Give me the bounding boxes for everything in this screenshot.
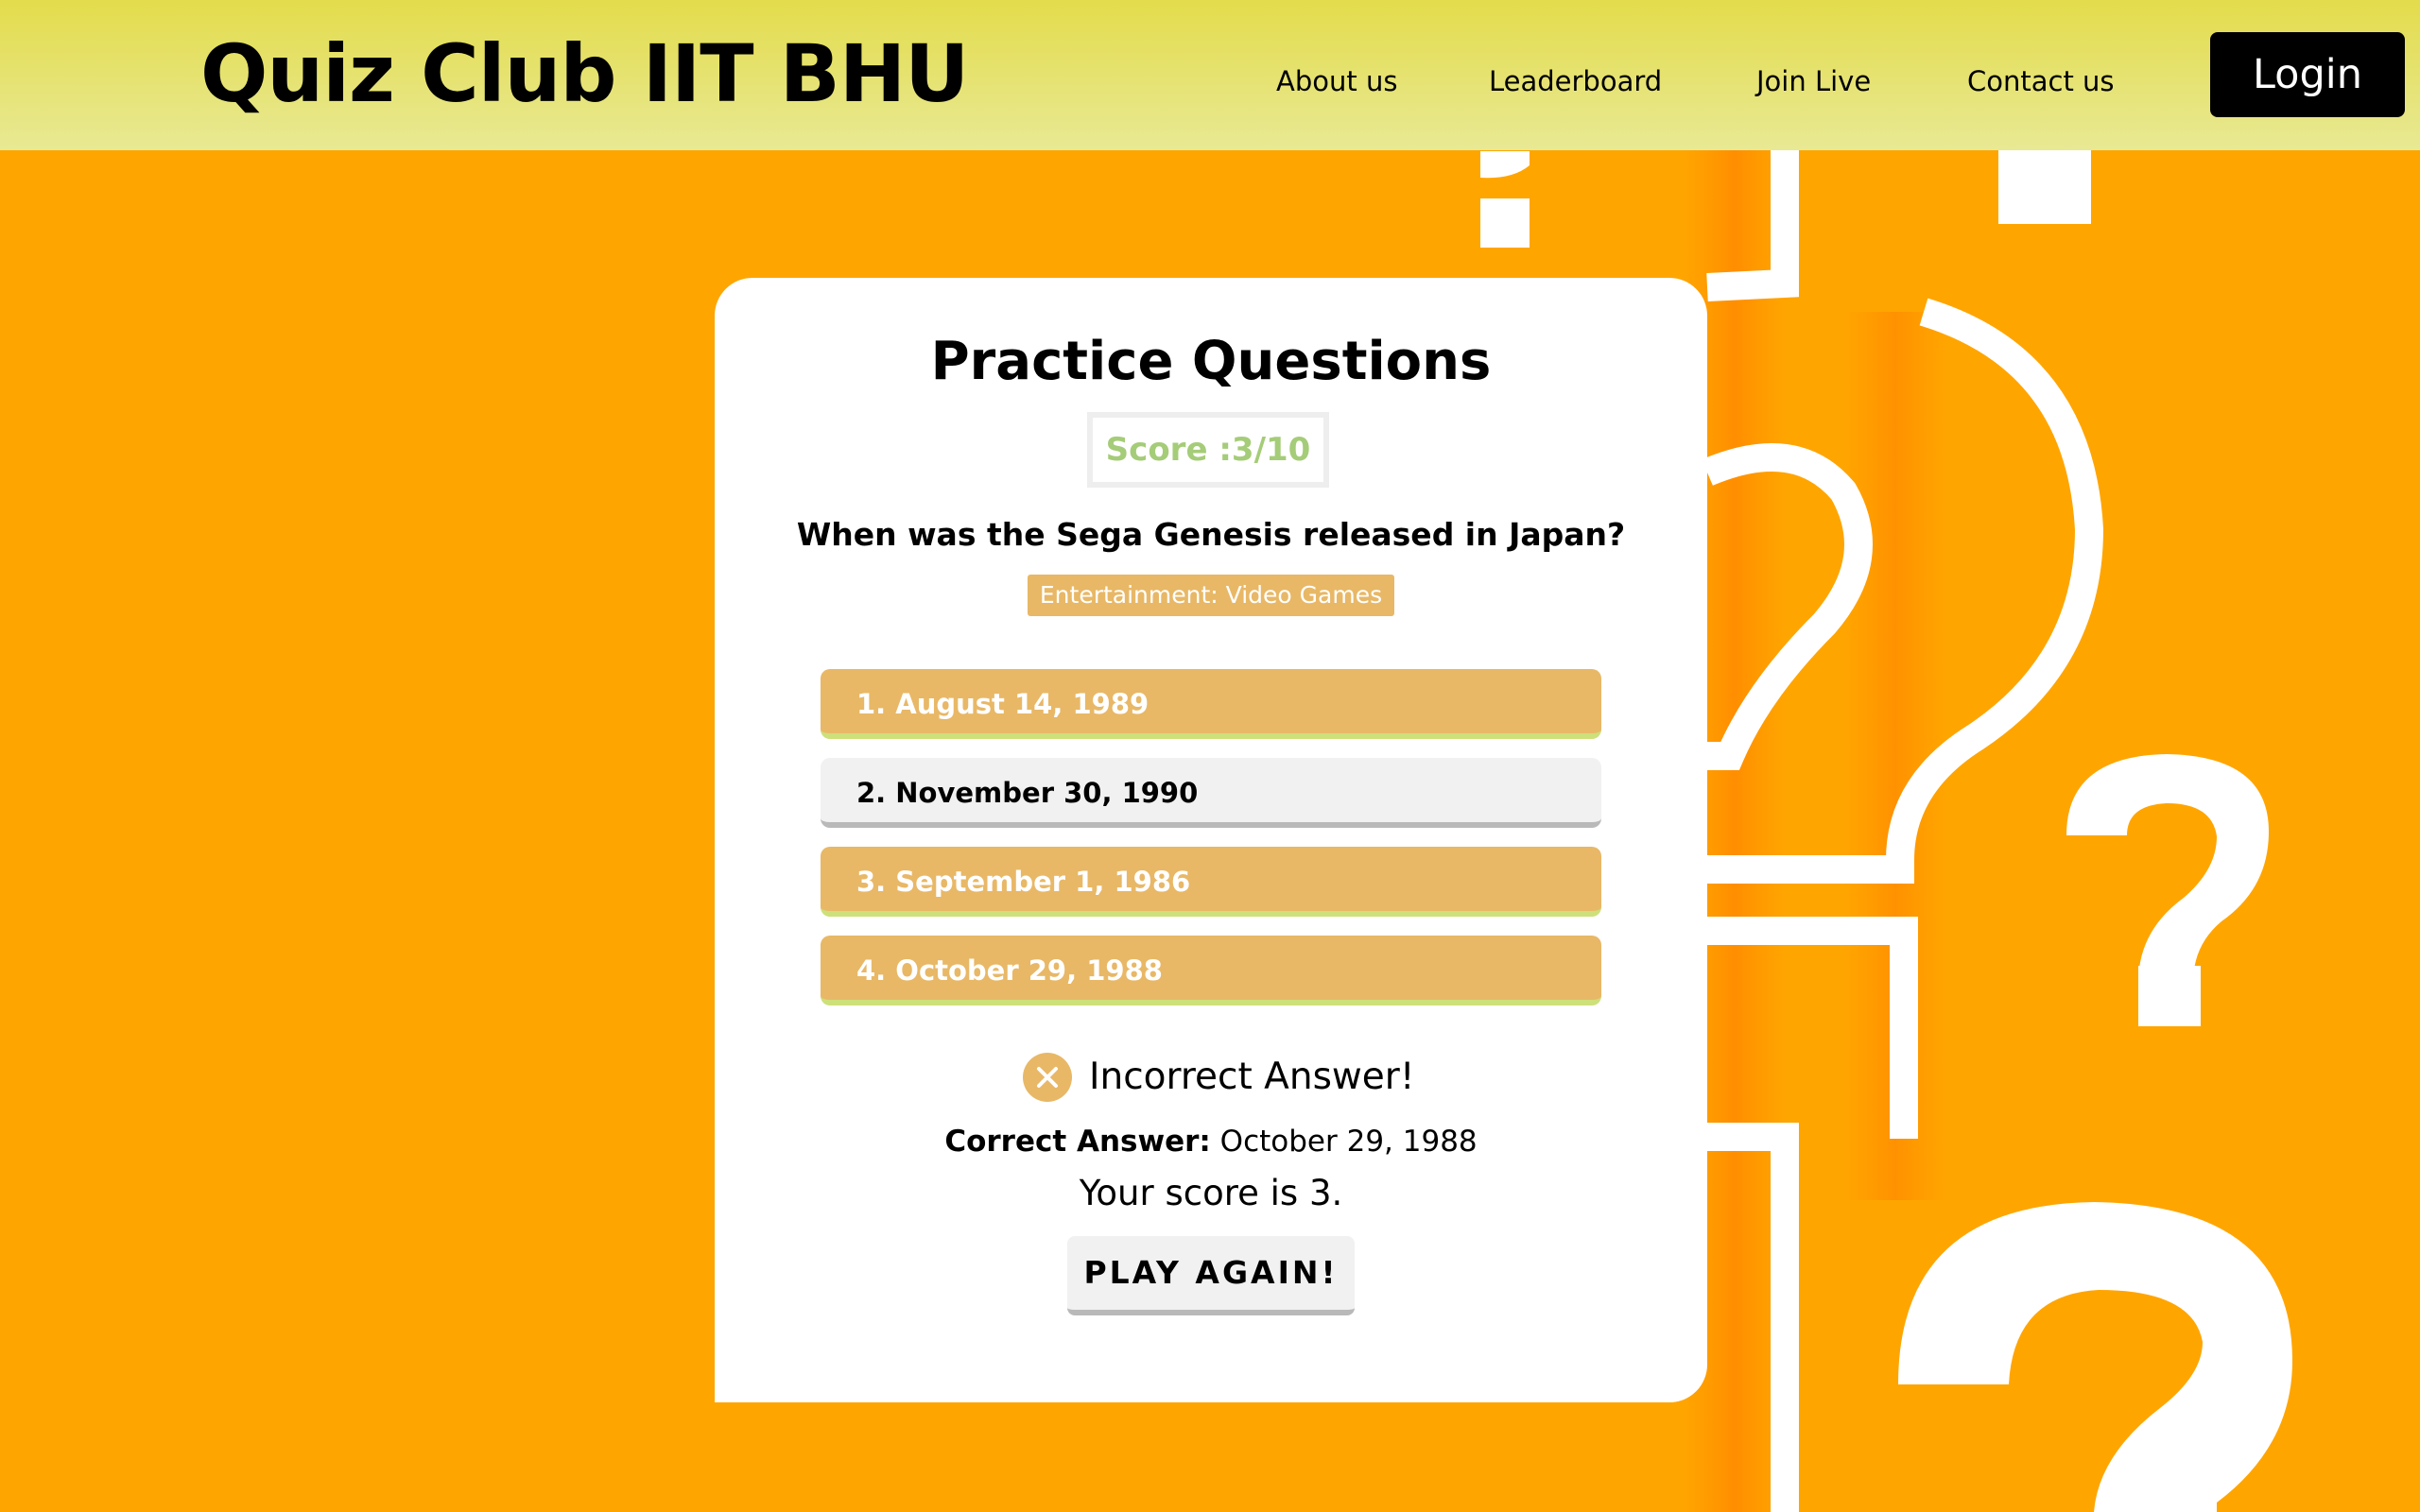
question-text: When was the Sega Genesis released in Ja… <box>796 516 1626 553</box>
nav-leaderboard[interactable]: Leaderboard <box>1489 62 1662 100</box>
question-mark-solid-medium-dot <box>2138 966 2201 1026</box>
result-text: Incorrect Answer! <box>1089 1056 1415 1098</box>
close-circle-icon <box>1023 1053 1072 1102</box>
final-score-text: Your score is 3. <box>1079 1173 1343 1213</box>
question-mark-dot-top-right <box>1998 150 2091 224</box>
correct-answer-value: October 29, 1988 <box>1210 1125 1478 1159</box>
answer-option-1[interactable]: 1. August 14, 1989 <box>821 669 1601 739</box>
result-message: Incorrect Answer! <box>1023 1051 1414 1104</box>
nav-about-us[interactable]: About us <box>1276 62 1397 100</box>
question-mark-solid-medium <box>2066 754 2269 983</box>
question-mark-curl-top-left <box>1480 151 1530 179</box>
top-navbar: Quiz Club IIT BHU About us Leaderboard J… <box>0 0 2420 150</box>
category-tag: Entertainment: Video Games <box>1028 575 1394 616</box>
nav-join-live[interactable]: Join Live <box>1756 62 1871 100</box>
site-logo-text[interactable]: Quiz Club IIT BHU <box>200 26 969 121</box>
score-badge: Score :3/10 <box>1087 412 1329 488</box>
question-mark-dot-top-left <box>1480 198 1530 248</box>
play-again-button[interactable]: PLAY AGAIN! <box>1067 1236 1355 1315</box>
answer-option-4[interactable]: 4. October 29, 1988 <box>821 936 1601 1005</box>
login-button[interactable]: Login <box>2210 32 2405 117</box>
answer-option-2[interactable]: 2. November 30, 1990 <box>821 758 1601 828</box>
nav-contact-us[interactable]: Contact us <box>1967 62 2115 100</box>
correct-answer-label: Correct Answer: <box>944 1125 1211 1159</box>
question-mark-solid-large <box>1898 1202 2292 1512</box>
quiz-card: Practice Questions Score :3/10 When was … <box>715 278 1707 1402</box>
answer-option-3[interactable]: 3. September 1, 1986 <box>821 847 1601 917</box>
page-title: Practice Questions <box>930 331 1492 392</box>
correct-answer-line: Correct Answer: October 29, 1988 <box>715 1123 1707 1160</box>
